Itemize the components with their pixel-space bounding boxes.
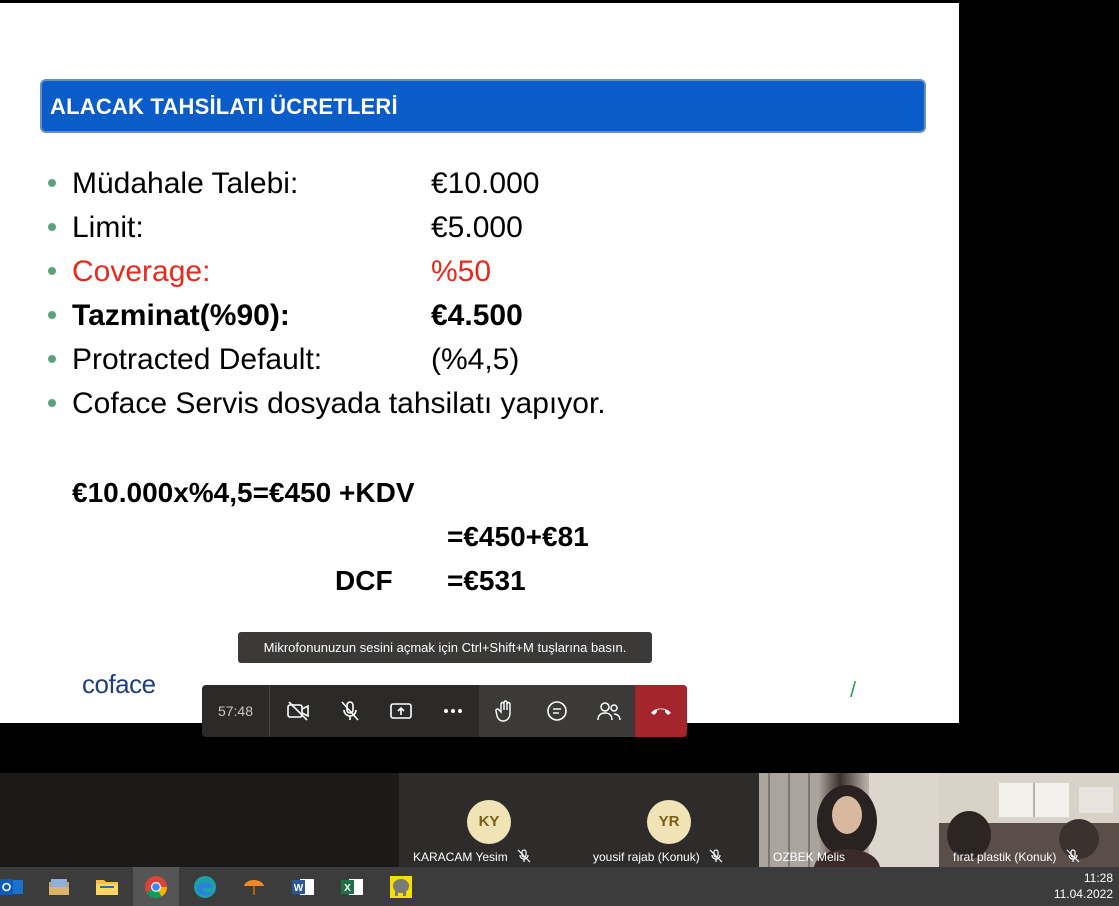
participants-button[interactable] <box>583 685 635 737</box>
bullet-value: €4.500 <box>431 299 523 332</box>
chat-button[interactable] <box>531 685 583 737</box>
taskbar-chrome[interactable] <box>133 867 179 906</box>
bullet-value: %50 <box>431 255 492 288</box>
bullet-value: €10.000 <box>431 167 540 200</box>
share-screen-icon <box>390 703 412 719</box>
participant-name: KARACAM Yesim <box>413 849 531 864</box>
taskbar-word[interactable]: W <box>280 867 326 906</box>
participant-tile-video[interactable]: fırat plastik (Konuk) <box>939 773 1119 867</box>
calc-dcf-label: DCF <box>335 565 393 596</box>
calc-dcf-value: =€531 <box>447 565 526 596</box>
call-timer: 57:48 <box>202 685 270 737</box>
bullet-dot <box>48 399 56 407</box>
bullet-dot <box>48 223 56 231</box>
bullet-dot <box>48 267 56 275</box>
shared-slide: ALACAK TAHSİLATI ÜCRETLERİ Müdahale Tale… <box>0 3 959 723</box>
taskbar-excel[interactable]: X <box>329 867 375 906</box>
bullet-value: €5.000 <box>431 211 523 244</box>
word-icon: W <box>292 878 314 895</box>
calc-line-1: €10.000x%4,5=€450 +KDV <box>72 477 415 508</box>
mic-off-icon <box>1066 849 1080 863</box>
bullet-label: Tazminat(%90): <box>72 299 290 332</box>
avatar: YR <box>647 800 691 844</box>
edge-icon <box>194 875 216 898</box>
mic-off-icon <box>341 701 359 721</box>
more-icon <box>444 709 462 713</box>
microphone-button[interactable] <box>324 685 376 737</box>
video-off-icon <box>287 701 309 721</box>
chrome-icon <box>145 875 167 898</box>
taskbar-elephant-app[interactable] <box>378 867 424 906</box>
participant-name: OZBEK Melis <box>773 850 846 864</box>
calc-line-2: =€450+€81 <box>447 521 589 552</box>
raise-hand-button[interactable] <box>479 685 531 737</box>
bullet-dot <box>48 311 56 319</box>
file-manager-icon <box>49 878 69 895</box>
coface-logo: coface <box>82 669 156 699</box>
call-control-bar: 57:48 <box>202 685 687 737</box>
elephant-app-icon <box>390 875 412 898</box>
bullet-value: (%4,5) <box>431 343 520 376</box>
bullet-label: Protracted Default: <box>72 343 323 376</box>
mic-off-icon <box>517 849 531 863</box>
taskbar-edge[interactable] <box>182 867 228 906</box>
svg-text:W: W <box>294 883 304 894</box>
taskbar-outlook[interactable] <box>0 867 34 906</box>
participants-icon <box>597 702 621 721</box>
clock-time: 11:28 <box>1083 871 1113 885</box>
raise-hand-icon <box>495 700 511 722</box>
avatar: KY <box>467 800 511 844</box>
chat-icon <box>547 701 567 721</box>
participant-tile-video[interactable]: OZBEK Melis <box>759 773 939 867</box>
excel-icon: X <box>341 878 363 895</box>
bullet-dot <box>48 355 56 363</box>
taskbar-folder[interactable] <box>84 867 130 906</box>
participant-name: yousif rajab (Konuk) <box>593 849 723 864</box>
windows-taskbar: W X 11:28 11.04.2022 <box>0 867 1119 906</box>
participant-tile[interactable]: KY KARACAM Yesim <box>399 773 579 867</box>
outlook-icon <box>0 878 23 895</box>
system-clock[interactable]: 11:28 11.04.2022 <box>1054 870 1113 902</box>
folder-icon <box>96 879 118 895</box>
svg-text:X: X <box>344 883 351 894</box>
taskbar-umbrella-app[interactable] <box>231 867 277 906</box>
hang-up-icon <box>651 708 671 715</box>
umbrella-app-icon <box>244 879 264 895</box>
slide-title: ALACAK TAHSİLATI ÜCRETLERİ <box>50 94 398 119</box>
bullet-label: Coface Servis dosyada tahsilatı yapıyor. <box>72 387 606 420</box>
participant-tile[interactable]: YR yousif rajab (Konuk) <box>579 773 759 867</box>
footer-mark: / <box>850 677 857 702</box>
bullet-label: Limit: <box>72 211 144 244</box>
taskbar-file-manager[interactable] <box>36 867 82 906</box>
leave-call-button[interactable] <box>635 685 687 737</box>
mic-off-icon <box>709 849 723 863</box>
camera-button[interactable] <box>272 685 324 737</box>
clock-date: 11.04.2022 <box>1053 887 1113 901</box>
slide-title-bar: ALACAK TAHSİLATI ÜCRETLERİ <box>40 79 926 133</box>
share-button[interactable] <box>375 685 427 737</box>
bullet-dot <box>48 179 56 187</box>
participant-name: fırat plastik (Konuk) <box>953 849 1080 864</box>
bullet-label: Müdahale Talebi: <box>72 167 299 200</box>
more-button[interactable] <box>427 685 479 737</box>
bullet-label: Coverage: <box>72 255 211 288</box>
mute-tooltip: Mikrofonunuzun sesini açmak için Ctrl+Sh… <box>238 632 652 663</box>
